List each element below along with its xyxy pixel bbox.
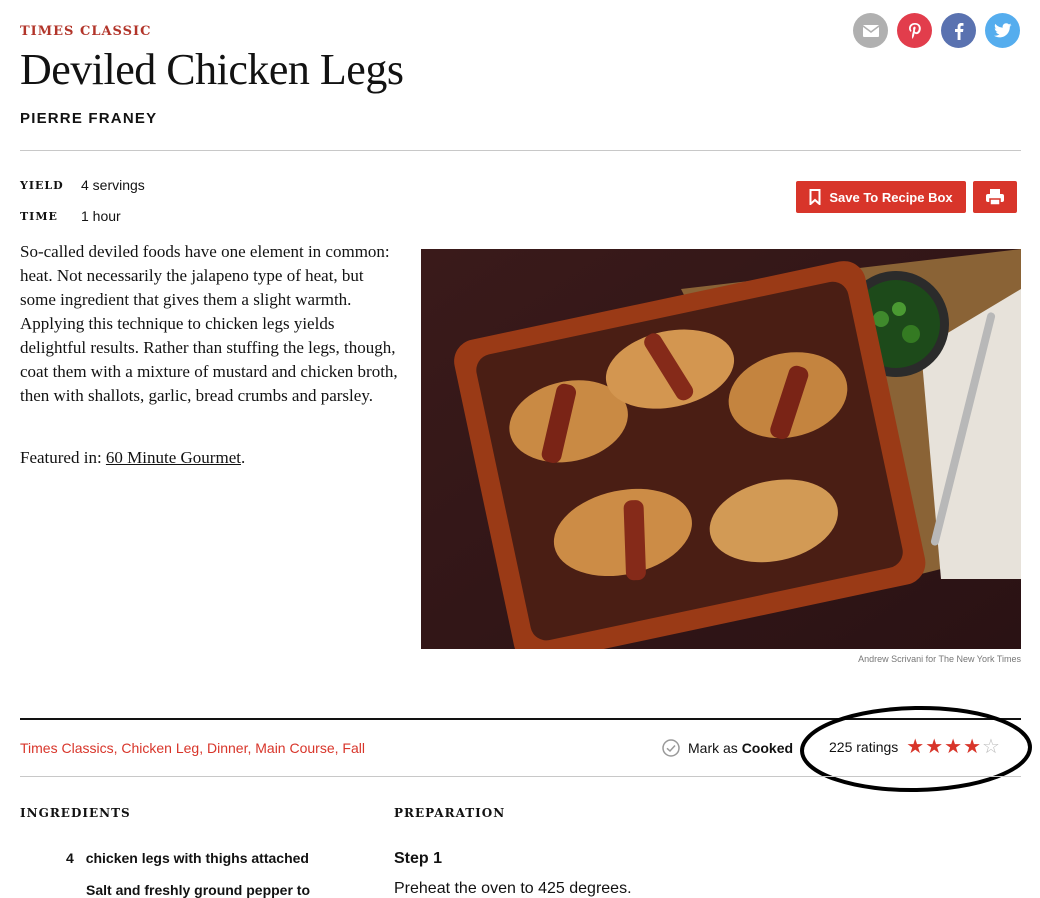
- photo-credit: Andrew Scrivani for The New York Times: [858, 654, 1021, 664]
- tag-link[interactable]: Main Course: [255, 740, 334, 756]
- tag-link[interactable]: Dinner: [207, 740, 247, 756]
- featured-suffix: .: [240, 448, 246, 467]
- twitter-share-button[interactable]: [985, 13, 1020, 48]
- step-text: Preheat the oven to 425 degrees.: [394, 880, 632, 897]
- yield-label: YIELD: [20, 179, 64, 192]
- email-share-button[interactable]: [853, 13, 888, 48]
- author-byline[interactable]: PIERRE FRANEY: [20, 110, 157, 127]
- recipe-title: Deviled Chicken Legs: [20, 45, 404, 94]
- ingredients-heading: INGREDIENTS: [20, 806, 131, 820]
- step-title: Step 1: [394, 850, 443, 867]
- checkmark-circle-icon: [662, 739, 680, 757]
- highlight-ellipse: [800, 705, 1032, 793]
- recipe-description: So-called deviled foods have one element…: [20, 242, 398, 405]
- pinterest-icon: [908, 22, 921, 39]
- ingredient-qty: 4: [66, 850, 74, 866]
- print-button[interactable]: [973, 181, 1017, 213]
- tag-list: Times Classics, Chicken Leg, Dinner, Mai…: [20, 740, 365, 756]
- email-icon: [862, 24, 879, 37]
- ingredient-item: 4 chicken legs with thighs attached: [66, 850, 309, 866]
- tag-link[interactable]: Fall: [342, 740, 365, 756]
- printer-icon: [986, 189, 1004, 206]
- time-label: TIME: [20, 210, 58, 223]
- mark-as-cooked-button[interactable]: Mark as Cooked: [662, 739, 793, 757]
- featured-link[interactable]: 60 Minute Gourmet: [106, 448, 241, 467]
- bookmark-icon: [809, 189, 821, 205]
- featured-in: Featured in: 60 Minute Gourmet.: [20, 448, 245, 468]
- time-value: 1 hour: [81, 208, 121, 224]
- tag-link[interactable]: Chicken Leg: [121, 740, 199, 756]
- save-to-recipe-box-button[interactable]: Save To Recipe Box: [796, 181, 966, 213]
- kicker-label: TIMES CLASSIC: [20, 24, 152, 39]
- save-button-label: Save To Recipe Box: [829, 189, 953, 205]
- facebook-icon: [954, 22, 963, 40]
- pinterest-share-button[interactable]: [897, 13, 932, 48]
- twitter-icon: [993, 23, 1011, 38]
- header-divider: [20, 150, 1021, 151]
- yield-value: 4 servings: [81, 177, 145, 193]
- preparation-heading: PREPARATION: [394, 806, 506, 820]
- recipe-photo: [421, 249, 1021, 649]
- tag-link[interactable]: Times Classics: [20, 740, 114, 756]
- featured-prefix: Featured in:: [20, 448, 106, 467]
- ingredient-text: chicken legs with thighs attached: [85, 850, 309, 866]
- tags-divider: [20, 776, 1021, 777]
- mark-cooked-label: Mark as Cooked: [688, 740, 794, 756]
- facebook-share-button[interactable]: [941, 13, 976, 48]
